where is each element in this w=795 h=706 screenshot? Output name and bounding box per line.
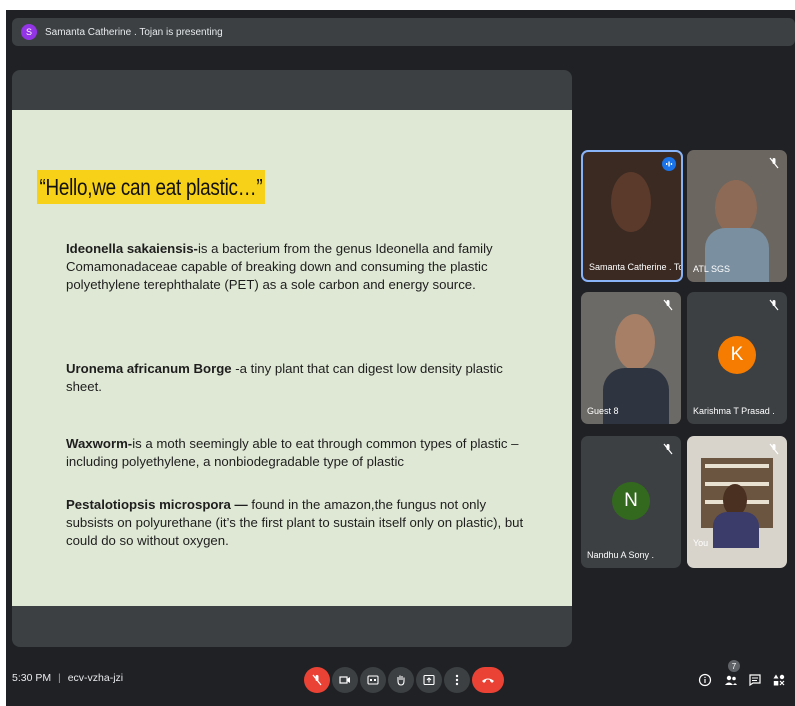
paragraph-ideonella: Ideonella sakaiensis-is a bacterium from… (66, 240, 526, 294)
control-bar: 5:30 PM | ecv-vzha-jzi 7 (6, 656, 795, 706)
mic-off-icon (769, 157, 779, 169)
participant-tile[interactable]: K Karishma T Prasad . (687, 292, 787, 424)
meeting-code: ecv-vzha-jzi (67, 672, 124, 684)
speaking-icon (662, 157, 676, 171)
camera-button[interactable] (332, 667, 358, 693)
participant-name: ATL SGS (693, 264, 731, 274)
video-feed (615, 314, 655, 370)
participant-tile[interactable]: N Nandhu A Sony . (581, 436, 681, 568)
term-waxworm: Waxworm- (66, 436, 133, 451)
separator: | (58, 672, 61, 684)
term-uronema: Uronema africanum Borge (66, 361, 236, 376)
mic-off-icon (663, 443, 673, 455)
end-call-icon (482, 678, 494, 683)
mic-off-icon (769, 299, 779, 311)
info-icon (698, 673, 712, 687)
participant-tile[interactable]: ATL SGS (687, 150, 787, 282)
people-button[interactable] (722, 671, 740, 689)
captions-button[interactable] (360, 667, 386, 693)
mic-button[interactable] (304, 667, 330, 693)
mic-off-icon (769, 443, 779, 455)
more-options-button[interactable] (444, 667, 470, 693)
chat-icon (749, 674, 761, 687)
slide-title: “Hello,we can eat plastic…” (37, 170, 265, 204)
paragraph-uronema: Uronema africanum Borge -a tiny plant th… (66, 360, 526, 396)
participant-tile[interactable]: Samanta Catherine . To... (581, 150, 683, 282)
meeting-info-button[interactable] (696, 671, 714, 689)
mic-off-icon (663, 299, 673, 311)
participant-name: Nandhu A Sony . (587, 550, 655, 560)
slide: “Hello,we can eat plastic…” Ideonella sa… (12, 110, 572, 606)
meet-window: S Samanta Catherine . Tojan is presentin… (6, 10, 795, 706)
participant-name: Guest 8 (587, 406, 619, 416)
paragraph-pestalotiopsis: Pestalotiopsis microspora — found in the… (66, 496, 526, 550)
text-waxworm: is a moth seemingly able to eat through … (66, 436, 519, 469)
video-feed (611, 172, 651, 232)
chat-button[interactable] (746, 671, 764, 689)
presenter-avatar: S (21, 24, 37, 40)
presenting-bar[interactable]: S Samanta Catherine . Tojan is presentin… (12, 18, 795, 46)
meeting-details[interactable]: 5:30 PM | ecv-vzha-jzi (12, 672, 123, 684)
participant-tile[interactable]: Guest 8 (581, 292, 681, 424)
participant-name: Karishma T Prasad . (693, 406, 775, 416)
term-pestalotiopsis: Pestalotiopsis microspora — (66, 497, 252, 512)
paragraph-waxworm: Waxworm-is a moth seemingly able to eat … (66, 435, 526, 471)
video-feed (715, 180, 757, 235)
term-ideonella: Ideonella sakaiensis- (66, 241, 198, 256)
participant-name: Samanta Catherine . To... (589, 262, 681, 272)
activities-icon (773, 674, 785, 686)
people-icon (725, 675, 737, 685)
raise-hand-icon (397, 675, 405, 686)
meeting-time: 5:30 PM (12, 672, 52, 684)
present-button[interactable] (416, 667, 442, 693)
avatar: K (718, 336, 756, 374)
avatar: N (612, 482, 650, 520)
more-vert-icon (455, 674, 459, 686)
end-call-button[interactable] (472, 667, 504, 693)
raise-hand-button[interactable] (388, 667, 414, 693)
participant-tile[interactable]: You (687, 436, 787, 568)
people-count-badge: 7 (728, 660, 740, 672)
video-body (713, 512, 759, 548)
shared-screen: “Hello,we can eat plastic…” Ideonella sa… (12, 70, 572, 647)
captions-icon (367, 675, 379, 685)
mic-off-icon (312, 674, 322, 686)
activities-button[interactable] (770, 671, 788, 689)
participant-name: You (693, 538, 709, 548)
camera-icon (339, 676, 350, 684)
present-icon (423, 674, 435, 686)
presenting-text: Samanta Catherine . Tojan is presenting (45, 26, 223, 38)
